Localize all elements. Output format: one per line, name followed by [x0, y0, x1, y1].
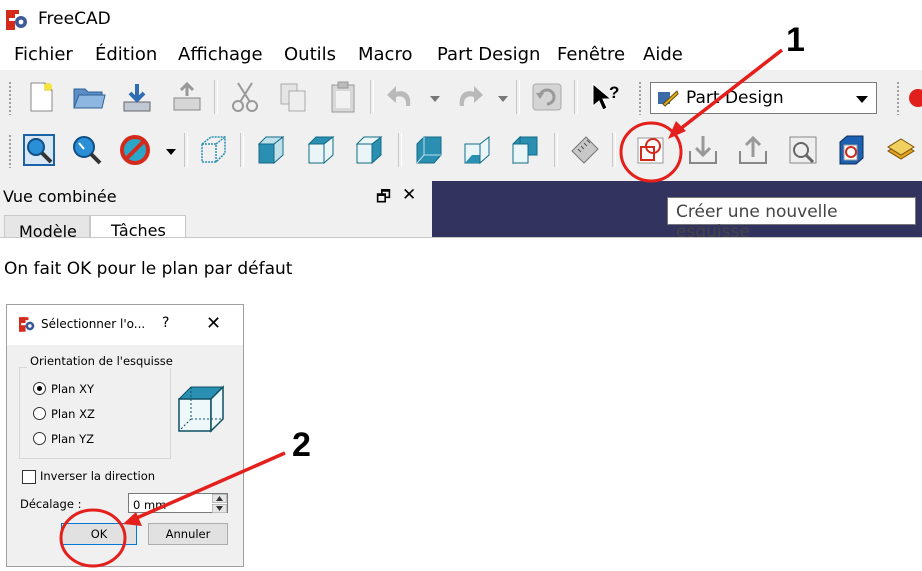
redo-dropdown-icon[interactable]: [498, 96, 508, 102]
undo-dropdown-icon[interactable]: [430, 96, 440, 102]
isometric-view-icon[interactable]: [196, 133, 230, 167]
create-sketch-icon[interactable]: [634, 133, 668, 167]
draw-style-dropdown-icon[interactable]: [166, 149, 176, 155]
menu-aide[interactable]: Aide: [643, 44, 683, 65]
tab-modele-label: Modèle: [19, 222, 77, 238]
radio-plan-xz[interactable]: [33, 407, 46, 420]
caption-text: On fait OK pour le plan par défaut: [4, 259, 293, 279]
combo-view-title: Vue combinée: [3, 187, 117, 206]
open-folder-icon[interactable]: [72, 80, 106, 114]
copy-icon[interactable]: [276, 80, 310, 114]
dialog-close-button[interactable]: ✕: [206, 313, 221, 334]
toolbar-separator: [398, 133, 402, 167]
menu-outils[interactable]: Outils: [284, 44, 336, 65]
workbench-selected-label: Part Design: [686, 88, 784, 108]
radio-plan-yz[interactable]: [33, 432, 46, 445]
close-icon[interactable]: ✕: [402, 185, 416, 205]
sketch-validation-icon[interactable]: [884, 133, 918, 167]
offset-label: Décalage :: [20, 497, 82, 511]
radio-plan-xz-label: Plan XZ: [51, 407, 95, 421]
export-icon[interactable]: [170, 80, 204, 114]
freecad-window: FreeCAD Fichier Édition Affichage Outils…: [0, 0, 922, 238]
step-number-2: 2: [292, 426, 311, 464]
reverse-direction-label: Inverser la direction: [40, 469, 156, 483]
radio-selected-dot: [37, 386, 42, 391]
orientation-group-title: Orientation de l'esquisse: [27, 354, 176, 368]
reverse-direction-checkbox[interactable]: [22, 470, 36, 484]
attach-sketch-icon[interactable]: [686, 133, 720, 167]
ok-button[interactable]: OK: [61, 523, 137, 545]
part-design-workbench-icon: [658, 90, 679, 107]
plane-cube-icon: [177, 385, 225, 433]
radio-plan-xy[interactable]: [33, 382, 46, 395]
view-sketch-icon[interactable]: [786, 133, 820, 167]
whats-this-icon[interactable]: ?: [588, 80, 622, 114]
cut-icon[interactable]: [228, 80, 262, 114]
step-number-1: 1: [786, 21, 805, 59]
toolbar-separator: [370, 80, 374, 114]
spin-up-icon[interactable]: [212, 494, 227, 503]
toolbar-separator: [612, 133, 616, 167]
help-button[interactable]: ?: [162, 315, 169, 331]
rear-view-icon[interactable]: [412, 133, 446, 167]
paste-icon[interactable]: [326, 80, 360, 114]
cancel-button[interactable]: Annuler: [148, 523, 228, 545]
tooltip: Créer une nouvelle esquisse: [667, 197, 916, 237]
front-view-icon[interactable]: [254, 133, 288, 167]
undo-icon[interactable]: [384, 80, 418, 114]
toolbar-grip[interactable]: [896, 81, 901, 115]
menu-part-design[interactable]: Part Design: [437, 44, 540, 65]
macro-record-icon[interactable]: [909, 89, 922, 107]
radio-plan-yz-label: Plan YZ: [51, 432, 95, 446]
toolbar-separator: [184, 133, 188, 167]
tab-taches-label: Tâches: [111, 221, 166, 238]
app-title: FreeCAD: [38, 9, 111, 29]
menu-affichage[interactable]: Affichage: [178, 44, 263, 65]
freecad-logo-icon: [19, 317, 35, 332]
top-view-icon[interactable]: [304, 133, 338, 167]
right-view-icon[interactable]: [352, 133, 386, 167]
toolbar-grip[interactable]: [8, 134, 13, 168]
menu-macro[interactable]: Macro: [358, 44, 412, 65]
sketch-orientation-dialog: Sélectionner l'o... ? ✕ Orientation de l…: [6, 304, 244, 567]
toolbar-separator: [516, 80, 520, 114]
svg-text:?: ?: [609, 83, 619, 102]
refresh-icon[interactable]: [530, 80, 564, 114]
map-sketch-icon[interactable]: [834, 133, 868, 167]
menu-fichier[interactable]: Fichier: [14, 44, 73, 65]
leave-sketch-icon[interactable]: [736, 133, 770, 167]
offset-value: 0 mm: [133, 498, 167, 512]
new-document-icon[interactable]: [24, 80, 58, 114]
bottom-view-icon[interactable]: [460, 133, 494, 167]
toolbar-separator: [240, 133, 244, 167]
chevron-down-icon[interactable]: [856, 96, 868, 103]
toolbar-grip[interactable]: [638, 81, 643, 115]
redo-icon[interactable]: [452, 80, 486, 114]
fit-all-icon[interactable]: [22, 133, 56, 167]
toolbar-separator: [214, 80, 218, 114]
freecad-logo-icon: [6, 10, 27, 30]
measure-distance-icon[interactable]: [568, 133, 602, 167]
tab-taches[interactable]: Tâches: [90, 215, 186, 238]
save-icon[interactable]: [120, 80, 154, 114]
toolbar-separator: [574, 80, 578, 114]
menu-fenetre[interactable]: Fenêtre: [557, 44, 625, 65]
dialog-title: Sélectionner l'o...: [41, 317, 146, 331]
title-bar: FreeCAD: [0, 0, 922, 40]
draw-style-icon[interactable]: [118, 133, 152, 167]
toolbar-separator: [554, 133, 558, 167]
left-view-icon[interactable]: [508, 133, 542, 167]
menu-edition[interactable]: Édition: [95, 44, 157, 65]
tab-modele[interactable]: Modèle: [4, 215, 90, 238]
radio-plan-xy-label: Plan XY: [51, 382, 95, 396]
fit-selection-icon[interactable]: [70, 133, 104, 167]
spin-down-icon[interactable]: [212, 504, 227, 513]
toolbar-grip[interactable]: [8, 81, 13, 115]
undock-icon[interactable]: 🗗: [376, 186, 391, 213]
